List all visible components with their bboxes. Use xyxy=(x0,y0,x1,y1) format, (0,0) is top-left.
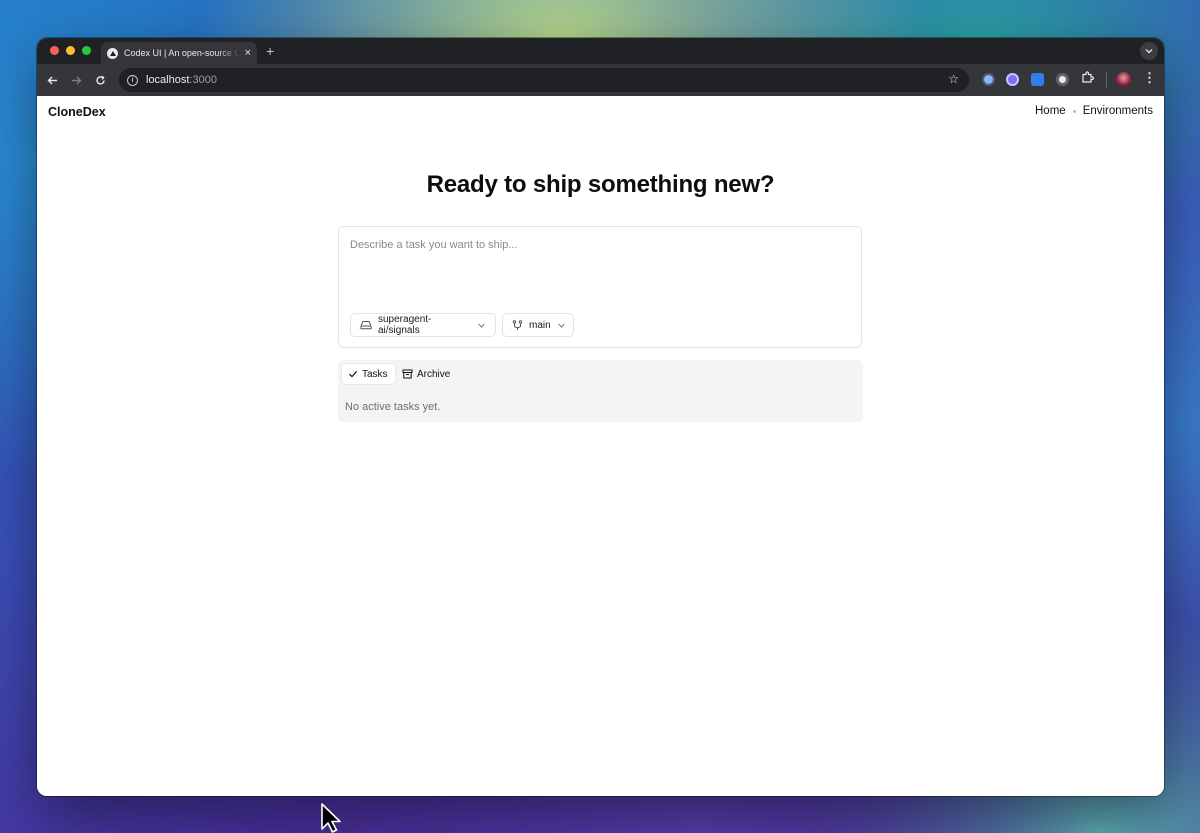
minimize-window-button[interactable] xyxy=(66,46,75,55)
git-branch-icon xyxy=(512,319,523,330)
address-bar[interactable]: i localhost:3000 ☆ xyxy=(119,68,969,92)
browser-window: Codex UI | An open-source O × + i localh… xyxy=(37,38,1164,796)
task-composer: superagent-ai/signals main xyxy=(338,226,862,348)
page-content: CloneDex Home Environments Ready to ship… xyxy=(37,96,1164,796)
tab-tasks-label: Tasks xyxy=(362,368,388,380)
chevron-down-icon xyxy=(478,323,485,328)
chevron-down-icon xyxy=(557,323,565,328)
empty-tasks-message: No active tasks yet. xyxy=(345,401,441,413)
drive-icon xyxy=(360,321,372,330)
address-port: :3000 xyxy=(189,74,217,86)
toolbar-divider xyxy=(1106,72,1107,88)
mouse-pointer-icon xyxy=(321,803,341,833)
top-nav: Home Environments xyxy=(1035,105,1153,117)
forward-button[interactable] xyxy=(67,71,85,89)
chevron-down-icon xyxy=(1145,49,1153,54)
nav-separator xyxy=(1072,109,1076,113)
tab-archive[interactable]: Archive xyxy=(396,364,456,384)
browser-tab[interactable]: Codex UI | An open-source O × xyxy=(101,42,257,64)
branch-selector[interactable]: main xyxy=(502,313,574,337)
maximize-window-button[interactable] xyxy=(82,46,91,55)
extension-4-icon[interactable] xyxy=(1056,73,1069,86)
extension-1-icon[interactable] xyxy=(982,73,995,86)
kebab-icon[interactable]: ⋮ xyxy=(1143,70,1156,86)
browser-toolbar: i localhost:3000 ☆ ⋮ xyxy=(37,64,1164,96)
tab-tasks[interactable]: Tasks xyxy=(342,364,395,384)
repo-selector-label: superagent-ai/signals xyxy=(378,314,432,336)
tab-title: Codex UI | An open-source O xyxy=(124,48,240,58)
extensions-puzzle-icon xyxy=(1082,71,1094,83)
tab-search-button[interactable] xyxy=(1140,42,1158,60)
extension-2-icon[interactable] xyxy=(1006,73,1019,86)
close-window-button[interactable] xyxy=(50,46,59,55)
check-icon xyxy=(349,371,358,378)
profile-avatar[interactable] xyxy=(1116,72,1131,87)
tasks-panel: Tasks Archive No active tasks yet. xyxy=(338,360,863,422)
favicon-icon xyxy=(107,47,118,59)
archive-icon xyxy=(402,369,413,379)
extension-3-icon[interactable] xyxy=(1031,73,1044,86)
window-controls xyxy=(50,46,91,55)
branch-selector-label: main xyxy=(529,319,551,331)
brand-logo[interactable]: CloneDex xyxy=(48,105,106,119)
back-button[interactable] xyxy=(43,71,61,89)
tab-strip: Codex UI | An open-source O × + xyxy=(37,38,1164,64)
arrow-left-icon xyxy=(47,76,57,84)
site-info-icon[interactable]: i xyxy=(127,74,138,86)
page-title: Ready to ship something new? xyxy=(426,171,775,198)
nav-home-link[interactable]: Home xyxy=(1035,105,1066,117)
star-icon[interactable]: ☆ xyxy=(948,72,959,86)
reload-icon xyxy=(95,75,105,85)
repo-selector[interactable]: superagent-ai/signals xyxy=(350,313,496,337)
arrow-right-icon xyxy=(71,76,81,84)
tab-archive-label: Archive xyxy=(417,368,451,380)
task-input[interactable] xyxy=(350,239,850,299)
address-host: localhost xyxy=(146,74,190,86)
reload-button[interactable] xyxy=(91,71,109,89)
nav-environments-link[interactable]: Environments xyxy=(1083,105,1153,117)
tab-close-icon[interactable]: × xyxy=(245,47,251,59)
new-tab-button[interactable]: + xyxy=(266,42,274,60)
puzzle-icon[interactable] xyxy=(1081,71,1094,87)
